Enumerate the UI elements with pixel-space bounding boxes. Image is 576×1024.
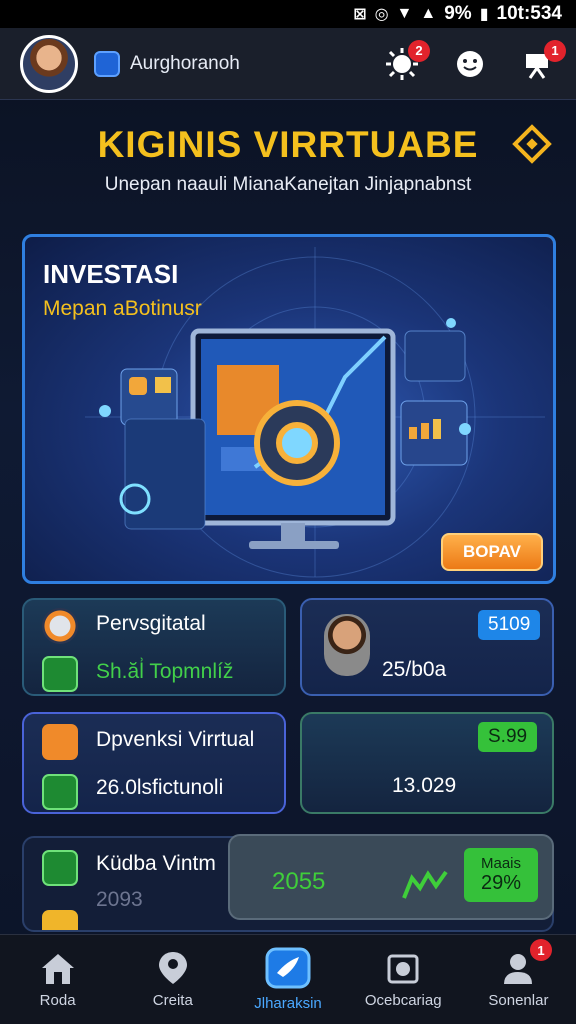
portfolio-card-2-summary[interactable]: S.99 13.029 <box>300 712 554 814</box>
card-value: 13.029 <box>392 774 457 797</box>
hero-cta-button[interactable]: BOPAV <box>441 533 543 571</box>
nav-label: Sonenlar <box>488 992 549 1009</box>
signal-icon: ▲ <box>420 5 437 22</box>
emoji-button[interactable] <box>452 46 488 82</box>
hero-banner[interactable]: INVESTASI Mepan aBotinusr BOPAV <box>22 234 556 584</box>
avatar[interactable] <box>20 34 78 93</box>
value-pill: 5109 <box>478 610 541 640</box>
nav-home[interactable]: Roda <box>0 935 115 1024</box>
app-bar: Aurghoranoh 2 1 <box>0 28 576 100</box>
page-subtitle: Unepan naauli MianaKanejtan Jinjapnabnst <box>104 174 472 195</box>
hero-subtitle: Mepan aBotinusr <box>43 297 202 320</box>
notifications-button[interactable]: 2 <box>384 39 430 82</box>
stat-pill: Maais 29% <box>464 848 538 902</box>
card-subtitle: Sh.ăl͗ Topmnlíž <box>96 660 234 683</box>
nav-map[interactable]: Creita <box>115 935 230 1024</box>
portfolio-card-3-summary[interactable]: 2055 Maais 29% <box>228 834 554 920</box>
app-logo-icon <box>94 50 120 77</box>
pen-icon <box>42 850 78 886</box>
nav-label: Ocebcariag <box>364 992 442 1009</box>
card-value: 2055 <box>272 868 326 895</box>
stat-pill-value: 29% <box>480 872 522 894</box>
nav-profile[interactable]: 1 Sonenlar <box>461 935 576 1024</box>
card-title: Pervsgitatal <box>96 612 206 635</box>
compass-icon <box>42 608 78 644</box>
hero-accent-border <box>276 237 553 581</box>
portfolio-card-1[interactable]: Pervsgitatal Sh.ăl͗ Topmnlíž <box>22 598 286 696</box>
card-title: Küdba Vintm <box>96 852 216 875</box>
value-pill: S.99 <box>478 722 538 752</box>
clock: 10t:534 <box>496 3 563 24</box>
briefcase-icon <box>42 724 78 760</box>
page-title: KIGINIS VIRRTUABE <box>97 124 479 165</box>
camera-icon <box>387 954 419 984</box>
investor-avatar <box>324 614 370 676</box>
hero-title: INVESTASI <box>43 259 179 289</box>
stat-pill-title: Maais <box>480 855 521 872</box>
lock-icon <box>42 910 78 930</box>
chart-icon <box>42 656 78 692</box>
card-subtitle: 2093 <box>96 888 143 911</box>
smiley-icon <box>457 50 483 77</box>
profile-alerts-button[interactable]: 1 <box>520 39 566 82</box>
home-icon <box>41 954 74 984</box>
card-title: Dpvenksi Virrtual <box>96 728 255 751</box>
status-bar: ⊠ ◎ ▼ ▲ 9% ▮ 10t:534 <box>0 0 576 28</box>
alarm-icon: ◎ <box>374 6 389 23</box>
nav-label: Creita <box>152 992 193 1009</box>
card-value: 25/b0a <box>382 658 447 681</box>
bird-icon <box>265 947 311 989</box>
card-subtitle: 26.0lsfictunoli <box>96 776 224 799</box>
account-name: Aurghoranoh <box>130 52 240 74</box>
notification-badge: 2 <box>408 39 430 62</box>
profile-nav-badge: 1 <box>530 939 553 961</box>
nfc-icon: ⊠ <box>353 6 367 23</box>
portfolio-card-1-summary[interactable]: 25/b0a 5109 <box>300 598 554 696</box>
bottom-nav: Roda Creita Jlharaksin Ocebcariag 1 Sone… <box>0 934 576 1024</box>
growth-icon <box>402 870 448 899</box>
map-pin-icon <box>158 952 187 984</box>
battery-text: 9% <box>444 3 472 24</box>
profile-badge: 1 <box>544 39 566 62</box>
battery-icon: ▮ <box>479 6 489 23</box>
nav-camera[interactable]: Ocebcariag <box>346 935 461 1024</box>
portfolio-card-2[interactable]: Dpvenksi Virrtual 26.0lsfictunoli <box>22 712 286 814</box>
nav-label: Roda <box>39 992 76 1009</box>
nav-label: Jlharaksin <box>254 995 322 1012</box>
wifi-icon: ▼ <box>396 5 413 22</box>
nav-transactions[interactable]: Jlharaksin <box>230 935 345 1024</box>
trend-icon <box>42 774 78 810</box>
